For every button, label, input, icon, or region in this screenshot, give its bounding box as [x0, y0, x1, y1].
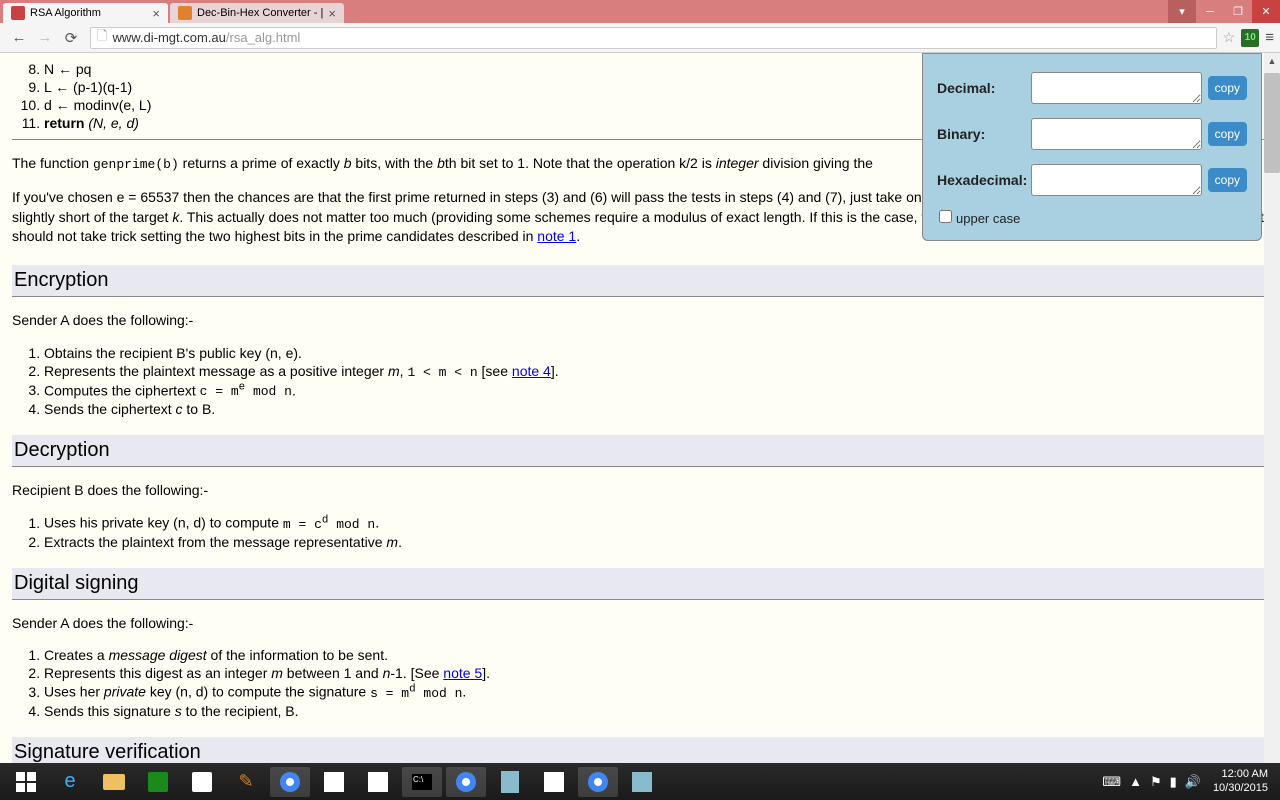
app-icon[interactable] — [182, 767, 222, 797]
copy-decimal-button[interactable]: copy — [1208, 76, 1247, 100]
heading-signing: Digital signing — [12, 568, 1268, 600]
hex-input[interactable] — [1031, 164, 1202, 196]
chrome-icon[interactable] — [446, 767, 486, 797]
back-button[interactable]: ← — [8, 27, 30, 49]
chevron-up-icon[interactable]: ▲ — [1129, 774, 1142, 789]
forward-button[interactable]: → — [34, 27, 56, 49]
volume-icon[interactable]: 🔊 — [1185, 774, 1201, 790]
bookmark-icon[interactable]: ☆ — [1223, 29, 1236, 46]
address-bar: ← → ⟳ 🗋 www.di-mgt.com.au/rsa_alg.html ☆… — [0, 23, 1280, 53]
app-icon[interactable] — [314, 767, 354, 797]
list-item: Represents this digest as an integer m b… — [44, 665, 1268, 681]
tab-rsa-algorithm[interactable]: RSA Algorithm × — [3, 3, 168, 23]
minimize-button[interactable]: ─ — [1196, 0, 1224, 23]
maximize-button[interactable]: ❐ — [1224, 0, 1252, 23]
keyboard-icon[interactable]: ⌨ — [1102, 774, 1121, 790]
cmd-icon[interactable]: C:\ — [402, 767, 442, 797]
heading-verification: Signature verification — [12, 737, 1268, 763]
app-icon[interactable] — [534, 767, 574, 797]
decimal-input[interactable] — [1031, 72, 1202, 104]
heading-encryption: Encryption — [12, 265, 1268, 297]
close-icon[interactable]: × — [328, 6, 336, 21]
taskbar: e ✎ C:\ ⌨ ▲ ⚑ ▮ 🔊 12:00 AM 10/30/2015 — [0, 763, 1280, 800]
note-link[interactable]: note 4 — [512, 363, 551, 379]
uppercase-option[interactable]: upper case — [937, 210, 1247, 226]
ie-icon[interactable]: e — [50, 767, 90, 797]
uppercase-checkbox[interactable] — [939, 210, 952, 223]
page-content: N ← pq L ← (p-1)(q-1) d ← modinv(e, L) r… — [0, 53, 1280, 763]
list-item: Creates a message digest of the informat… — [44, 647, 1268, 663]
note-link[interactable]: note 5 — [443, 665, 482, 681]
decimal-label: Decimal: — [937, 80, 1031, 96]
app-icon[interactable]: ✎ — [226, 767, 266, 797]
chrome-icon[interactable] — [578, 767, 618, 797]
menu-button[interactable]: ≡ — [1265, 29, 1274, 46]
scrollbar[interactable]: ▲ — [1264, 53, 1280, 763]
signing-steps: Creates a message digest of the informat… — [12, 647, 1268, 718]
window-controls: ▾ ─ ❐ ✕ — [1168, 0, 1280, 23]
close-icon[interactable]: × — [152, 6, 160, 21]
note-link[interactable]: note 1 — [537, 228, 576, 244]
store-icon[interactable] — [138, 767, 178, 797]
decryption-steps: Uses his private key (n, d) to compute m… — [12, 514, 1268, 549]
list-item: Sends this signature s to the recipient,… — [44, 703, 1268, 719]
reload-button[interactable]: ⟳ — [60, 27, 82, 49]
list-item: Extracts the plaintext from the message … — [44, 534, 1268, 550]
system-tray: ⌨ ▲ ⚑ ▮ 🔊 12:00 AM 10/30/2015 — [1098, 768, 1276, 794]
list-item: Obtains the recipient B's public key (n,… — [44, 345, 1268, 361]
clock[interactable]: 12:00 AM 10/30/2015 — [1213, 768, 1268, 794]
app-icon[interactable] — [358, 767, 398, 797]
list-item: Computes the ciphertext c = me mod n. — [44, 382, 1268, 399]
binary-label: Binary: — [937, 126, 1031, 142]
user-button[interactable]: ▾ — [1168, 0, 1196, 23]
explorer-icon[interactable] — [94, 767, 134, 797]
tab-title: Dec-Bin-Hex Converter - | — [197, 7, 323, 19]
close-button[interactable]: ✕ — [1252, 0, 1280, 23]
copy-binary-button[interactable]: copy — [1208, 122, 1247, 146]
network-icon[interactable]: ▮ — [1170, 774, 1177, 790]
tab-title: RSA Algorithm — [30, 7, 147, 19]
heading-decryption: Decryption — [12, 435, 1268, 467]
copy-hex-button[interactable]: copy — [1208, 168, 1247, 192]
url-input[interactable]: 🗋 www.di-mgt.com.au/rsa_alg.html — [90, 27, 1217, 49]
converter-popup: Decimal: copy Binary: copy Hexadecimal: … — [922, 53, 1262, 241]
browser-tabs: RSA Algorithm × Dec-Bin-Hex Converter - … — [0, 0, 1168, 23]
app-icon[interactable] — [490, 767, 530, 797]
flag-icon[interactable]: ⚑ — [1150, 774, 1162, 790]
list-item: Uses her private key (n, d) to compute t… — [44, 683, 1268, 700]
time: 12:00 AM — [1213, 768, 1268, 781]
scroll-thumb[interactable] — [1264, 73, 1280, 173]
encryption-steps: Obtains the recipient B's public key (n,… — [12, 345, 1268, 417]
binary-input[interactable] — [1031, 118, 1202, 150]
start-button[interactable] — [6, 767, 46, 797]
list-item: Represents the plaintext message as a po… — [44, 363, 1268, 380]
chrome-icon[interactable] — [270, 767, 310, 797]
scroll-up-icon[interactable]: ▲ — [1264, 53, 1280, 69]
extension-badge[interactable]: 10 — [1241, 29, 1259, 47]
app-icon[interactable] — [622, 767, 662, 797]
window-titlebar: RSA Algorithm × Dec-Bin-Hex Converter - … — [0, 0, 1280, 23]
favicon-icon — [11, 6, 25, 20]
url-path: /rsa_alg.html — [226, 30, 300, 45]
url-domain: www.di-mgt.com.au — [112, 30, 225, 45]
hex-label: Hexadecimal: — [937, 172, 1031, 188]
paragraph: Sender A does the following:- — [12, 311, 1268, 331]
paragraph: Sender A does the following:- — [12, 614, 1268, 634]
date: 10/30/2015 — [1213, 782, 1268, 795]
tab-converter[interactable]: Dec-Bin-Hex Converter - | × — [170, 3, 344, 23]
list-item: Uses his private key (n, d) to compute m… — [44, 514, 1268, 531]
paragraph: Recipient B does the following:- — [12, 481, 1268, 501]
favicon-icon — [178, 6, 192, 20]
list-item: Sends the ciphertext c to B. — [44, 401, 1268, 417]
